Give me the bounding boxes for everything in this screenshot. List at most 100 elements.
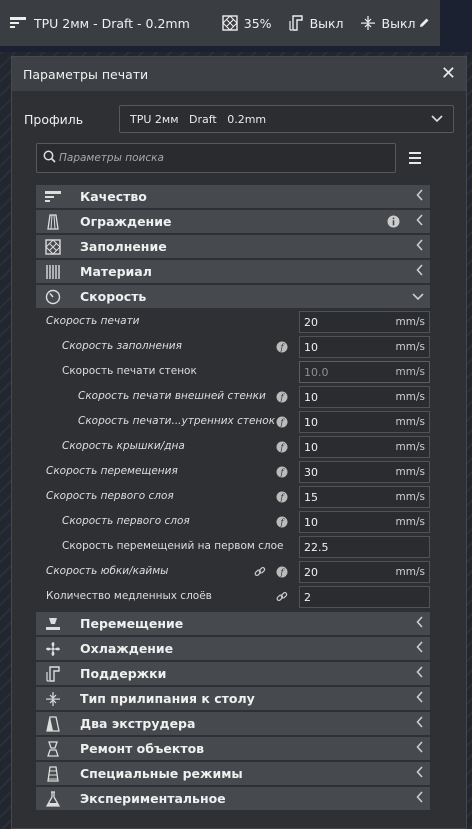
category-shell[interactable]: Ограждение — [36, 210, 430, 233]
chevron-down-icon — [431, 113, 443, 126]
category-speed[interactable]: Скорость — [36, 285, 430, 308]
function-icon[interactable]: f — [276, 416, 288, 431]
search-box[interactable] — [36, 143, 396, 173]
setting-field[interactable]: 10.0 mm/s — [299, 361, 430, 383]
close-icon[interactable]: ✕ — [441, 65, 456, 83]
special-modes-icon — [44, 765, 62, 783]
adhesion-value: Выкл — [381, 15, 416, 31]
chevron-left-icon — [416, 264, 424, 279]
category-label: Ремонт объектов — [80, 741, 205, 756]
setting-field[interactable]: 20 mm/s — [299, 561, 430, 583]
chevron-left-icon — [416, 189, 424, 204]
search-row — [36, 143, 456, 173]
setting-unit: mm/s — [395, 366, 425, 378]
setting-unit: mm/s — [395, 416, 425, 428]
setting-value: 20 — [304, 315, 318, 329]
print-settings-panel: Параметры печати ✕ Профиль TPU 2мм Draft… — [11, 56, 467, 829]
setting-label: Скорость печати...утренних стенок — [78, 415, 276, 427]
setting-label: Скорость печати стенок — [62, 365, 197, 377]
setting-value: 10 — [304, 515, 318, 529]
setting-field[interactable]: 22.5 — [299, 536, 430, 558]
setting-unit: mm/s — [395, 316, 425, 328]
setting-label: Количество медленных слоёв — [46, 590, 212, 602]
setting-row: Скорость печати...утренних стенок f 10 m… — [36, 410, 430, 435]
setting-row: Скорость юбки/каймы f 20 mm/s — [36, 560, 430, 585]
category-label: Перемещение — [80, 616, 184, 631]
setting-field[interactable]: 20 mm/s — [299, 311, 430, 333]
setting-value: 10 — [304, 340, 318, 354]
support-icon — [44, 665, 62, 683]
search-input[interactable] — [59, 152, 379, 164]
setting-row: Скорость перемещения f 30 mm/s — [36, 460, 430, 485]
link-icon[interactable] — [254, 566, 266, 581]
category-label: Тип прилипания к столу — [80, 691, 255, 706]
category-label: Ограждение — [80, 214, 172, 229]
function-icon[interactable]: f — [276, 491, 288, 506]
setting-field[interactable]: 30 mm/s — [299, 461, 430, 483]
setting-row: Скорость заполнения f 10 mm/s — [36, 335, 430, 360]
infill-value: 35% — [243, 15, 272, 31]
settings-menu-icon[interactable] — [408, 150, 424, 166]
setting-row: Скорость печати внешней стенки f 10 mm/s — [36, 385, 430, 410]
category-material[interactable]: Материал — [36, 260, 430, 283]
category-experimental[interactable]: Экспериментальное — [36, 787, 430, 810]
setting-row: Скорость перемещений на первом слое 22.5 — [36, 535, 430, 560]
function-icon[interactable]: f — [276, 341, 288, 356]
mesh-fixes-icon — [44, 740, 62, 758]
setting-value: 30 — [304, 465, 318, 479]
setting-field[interactable]: 10 mm/s — [299, 336, 430, 358]
setting-value: 10 — [304, 415, 318, 429]
setting-field[interactable]: 10 mm/s — [299, 436, 430, 458]
setting-field[interactable]: 2 — [299, 586, 430, 608]
setting-field[interactable]: 10 mm/s — [299, 386, 430, 408]
category-mesh-fixes[interactable]: Ремонт объектов — [36, 737, 430, 760]
setting-label: Скорость печати внешней стенки — [78, 390, 266, 402]
profile-summary[interactable]: TPU 2мм - Draft - 0.2mm — [34, 16, 190, 31]
setting-field[interactable]: 10 mm/s — [299, 411, 430, 433]
setting-unit: mm/s — [395, 566, 425, 578]
chevron-left-icon — [416, 239, 424, 254]
category-dual-extrusion[interactable]: Два экструдера — [36, 712, 430, 735]
adhesion-icon — [44, 690, 62, 708]
profile-dropdown[interactable]: TPU 2мм Draft 0.2mm — [119, 105, 454, 133]
speed-icon — [44, 288, 62, 306]
category-travel[interactable]: Перемещение — [36, 612, 430, 635]
category-adhesion[interactable]: Тип прилипания к столу — [36, 687, 430, 710]
function-icon[interactable]: f — [276, 516, 288, 531]
setting-row: Скорость крышки/дна f 10 mm/s — [36, 435, 430, 460]
category-label: Скорость — [80, 289, 147, 304]
setting-label: Скорость первого слоя — [46, 490, 174, 502]
setting-label: Скорость крышки/дна — [62, 440, 185, 452]
adhesion-icon — [360, 15, 376, 31]
function-icon[interactable]: f — [276, 566, 288, 581]
infill-icon — [222, 15, 238, 31]
print-setup-bar[interactable]: TPU 2мм - Draft - 0.2mm 35% Выкл Выкл — [0, 0, 440, 46]
category-quality[interactable]: Качество — [36, 185, 430, 208]
setting-field[interactable]: 15 mm/s — [299, 486, 430, 508]
profile-dropdown-value: TPU 2мм Draft 0.2mm — [130, 112, 267, 126]
category-infill[interactable]: Заполнение — [36, 235, 430, 258]
category-cooling[interactable]: Охлаждение — [36, 637, 430, 660]
speed-settings-list: Скорость печати 20 mm/s Скорость заполне… — [36, 310, 430, 610]
function-icon[interactable]: f — [276, 391, 288, 406]
support-value: Выкл — [309, 15, 344, 31]
pencil-icon[interactable] — [418, 17, 430, 29]
panel-header: Параметры печати ✕ — [12, 57, 466, 91]
setting-row: Скорость печати 20 mm/s — [36, 310, 430, 335]
category-label: Материал — [80, 264, 152, 279]
setting-unit: mm/s — [395, 466, 425, 478]
link-icon[interactable] — [276, 591, 288, 606]
quality-icon — [44, 188, 62, 206]
setting-field[interactable]: 10 mm/s — [299, 511, 430, 533]
setting-unit: mm/s — [395, 391, 425, 403]
info-icon[interactable] — [387, 215, 400, 231]
function-icon[interactable]: f — [276, 441, 288, 456]
category-support[interactable]: Поддержки — [36, 662, 430, 685]
chevron-left-icon — [416, 741, 424, 756]
chevron-down-icon — [412, 289, 424, 304]
function-icon[interactable]: f — [276, 466, 288, 481]
setting-row: Количество медленных слоёв 2 — [36, 585, 430, 610]
setting-value: 10.0 — [304, 365, 329, 379]
category-label: Поддержки — [80, 666, 167, 681]
category-special-modes[interactable]: Специальные режимы — [36, 762, 430, 785]
